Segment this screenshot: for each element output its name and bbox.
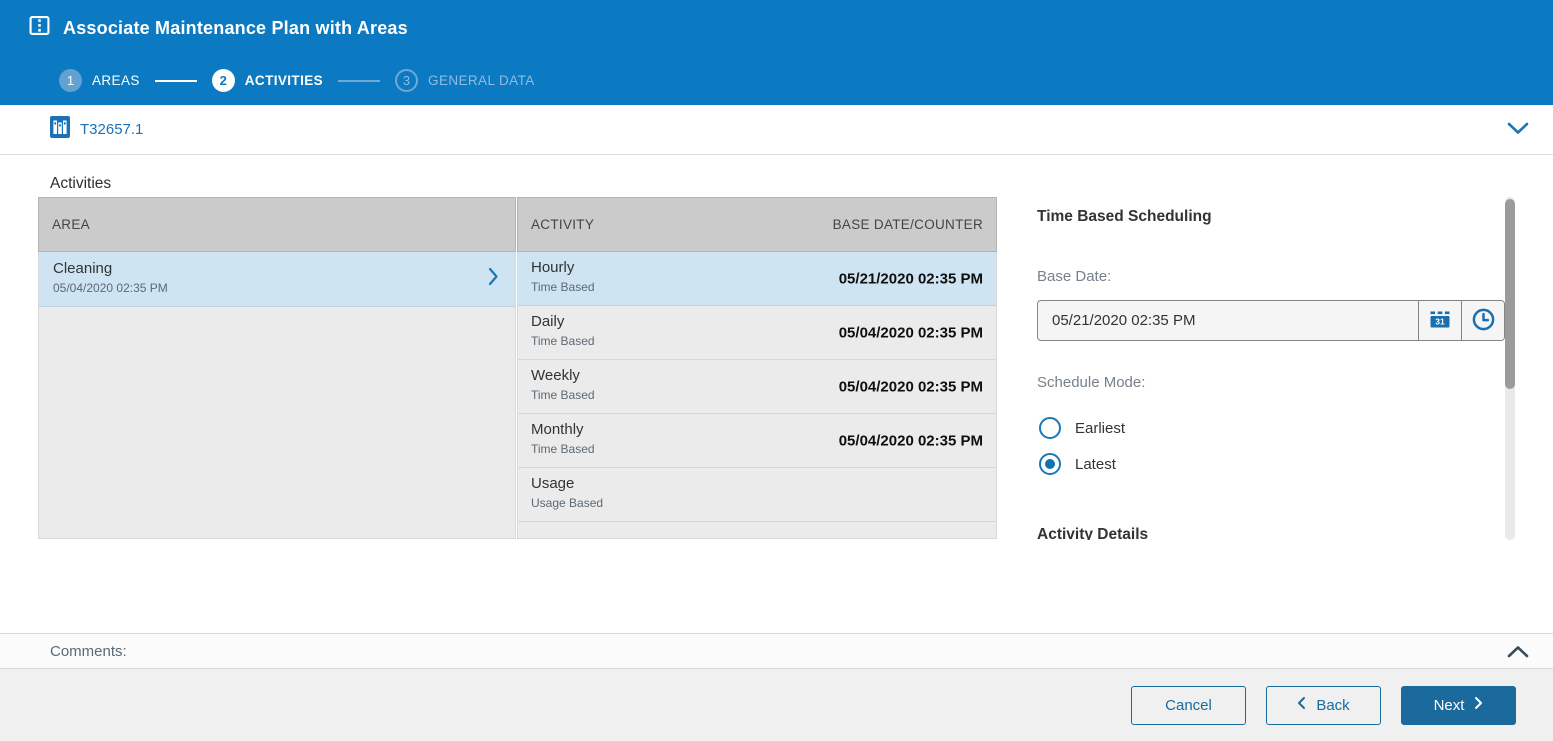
activity-base-date: 05/04/2020 02:35 PM bbox=[838, 324, 983, 341]
activity-name: Usage bbox=[531, 475, 575, 492]
comments-bar: Comments: bbox=[0, 633, 1553, 669]
radio-latest-circle[interactable] bbox=[1039, 453, 1061, 475]
chevron-left-icon bbox=[1297, 696, 1306, 714]
cancel-button-label: Cancel bbox=[1165, 696, 1212, 714]
table-row-hourly[interactable]: Hourly Time Based 05/21/2020 02:35 PM bbox=[518, 252, 996, 306]
radio-latest-label: Latest bbox=[1075, 455, 1116, 473]
step-activities-number: 2 bbox=[211, 69, 235, 92]
footer-action-bar: Cancel Back Next bbox=[0, 669, 1553, 741]
wizard-header: Associate Maintenance Plan with Areas 1 … bbox=[0, 0, 1553, 105]
step-connector bbox=[154, 79, 197, 82]
next-button-label: Next bbox=[1433, 696, 1465, 714]
back-button-label: Back bbox=[1316, 696, 1350, 714]
area-header-label: AREA bbox=[52, 217, 90, 232]
panel-scrollbar-thumb[interactable] bbox=[1505, 199, 1515, 389]
activity-table-body: Hourly Time Based 05/21/2020 02:35 PM Da… bbox=[517, 252, 997, 539]
calendar-picker-button[interactable]: 31 bbox=[1418, 301, 1461, 340]
step-areas-label: AREAS bbox=[92, 73, 140, 88]
area-column-header: AREA bbox=[38, 197, 516, 252]
chevron-right-icon bbox=[1474, 696, 1483, 714]
radio-earliest-label: Earliest bbox=[1075, 419, 1126, 437]
radio-earliest[interactable]: Earliest bbox=[1039, 417, 1125, 439]
step-connector bbox=[338, 79, 381, 82]
comments-label: Comments: bbox=[50, 642, 127, 660]
title-row: Associate Maintenance Plan with Areas bbox=[29, 15, 408, 41]
area-name: Cleaning bbox=[53, 260, 113, 277]
schedule-mode-label: Schedule Mode: bbox=[1037, 374, 1146, 391]
radio-earliest-circle[interactable] bbox=[1039, 417, 1061, 439]
chevron-right-icon bbox=[488, 267, 499, 291]
step-general-data-number: 3 bbox=[395, 69, 419, 92]
calendar-icon: 31 bbox=[1428, 307, 1452, 334]
activity-base-date: 05/04/2020 02:35 PM bbox=[838, 432, 983, 449]
page-title: Associate Maintenance Plan with Areas bbox=[63, 17, 408, 38]
wizard-steps: 1 AREAS 2 ACTIVITIES 3 GENERAL DATA bbox=[59, 69, 535, 92]
activity-header-label: ACTIVITY bbox=[531, 217, 595, 232]
time-based-scheduling-panel: Time Based Scheduling Base Date: 31 bbox=[1037, 197, 1505, 540]
chevron-up-icon[interactable] bbox=[1507, 645, 1529, 663]
step-activities-label: ACTIVITIES bbox=[244, 73, 324, 88]
functional-location-icon bbox=[50, 116, 70, 143]
activity-base-date: 05/04/2020 02:35 PM bbox=[838, 378, 983, 395]
activity-column-header: ACTIVITY BASE DATE/COUNTER bbox=[517, 197, 997, 252]
base-date-input-group: 31 bbox=[1037, 300, 1505, 341]
svg-text:31: 31 bbox=[1435, 317, 1445, 327]
panel-scrollbar-track[interactable] bbox=[1505, 197, 1515, 540]
activity-type: Usage Based bbox=[531, 496, 604, 510]
functional-location-item[interactable]: T32657.1 bbox=[50, 105, 143, 154]
table-row-monthly[interactable]: Monthly Time Based 05/04/2020 02:35 PM bbox=[518, 414, 996, 468]
cancel-button[interactable]: Cancel bbox=[1131, 685, 1246, 725]
radio-latest[interactable]: Latest bbox=[1039, 453, 1116, 475]
table-row-daily[interactable]: Daily Time Based 05/04/2020 02:35 PM bbox=[518, 306, 996, 360]
plan-id-label: T32657.1 bbox=[80, 121, 144, 138]
context-bar: T32657.1 bbox=[0, 105, 1553, 155]
time-picker-button[interactable] bbox=[1461, 301, 1504, 340]
area-table-body: Cleaning 05/04/2020 02:35 PM bbox=[38, 252, 516, 539]
base-date-input[interactable] bbox=[1038, 301, 1418, 340]
activity-details-title: Activity Details bbox=[1037, 526, 1149, 540]
step-areas-number: 1 bbox=[59, 69, 82, 92]
table-row-usage[interactable]: Usage Usage Based bbox=[518, 468, 996, 522]
table-row-area-cleaning[interactable]: Cleaning 05/04/2020 02:35 PM bbox=[39, 252, 515, 307]
back-button[interactable]: Back bbox=[1266, 685, 1381, 725]
activities-section-label: Activities bbox=[50, 175, 112, 192]
base-date-counter-header-label: BASE DATE/COUNTER bbox=[832, 217, 983, 232]
activity-base-date: 05/21/2020 02:35 PM bbox=[838, 270, 983, 287]
base-date-label: Base Date: bbox=[1037, 268, 1112, 285]
clock-icon bbox=[1471, 307, 1496, 335]
step-activities[interactable]: 2 ACTIVITIES bbox=[211, 69, 324, 92]
area-table: AREA Cleaning 05/04/2020 02:35 PM bbox=[38, 197, 516, 539]
activity-table: ACTIVITY BASE DATE/COUNTER Hourly Time B… bbox=[517, 197, 997, 539]
step-general-data-label: GENERAL DATA bbox=[428, 73, 535, 88]
table-row-weekly[interactable]: Weekly Time Based 05/04/2020 02:35 PM bbox=[518, 360, 996, 414]
step-general-data[interactable]: 3 GENERAL DATA bbox=[395, 69, 535, 92]
panel-title: Time Based Scheduling bbox=[1037, 208, 1212, 225]
next-button[interactable]: Next bbox=[1401, 685, 1516, 725]
maintenance-plan-icon bbox=[29, 15, 50, 41]
step-areas[interactable]: 1 AREAS bbox=[59, 69, 140, 92]
area-date: 05/04/2020 02:35 PM bbox=[53, 281, 168, 295]
chevron-down-icon[interactable] bbox=[1507, 122, 1529, 140]
